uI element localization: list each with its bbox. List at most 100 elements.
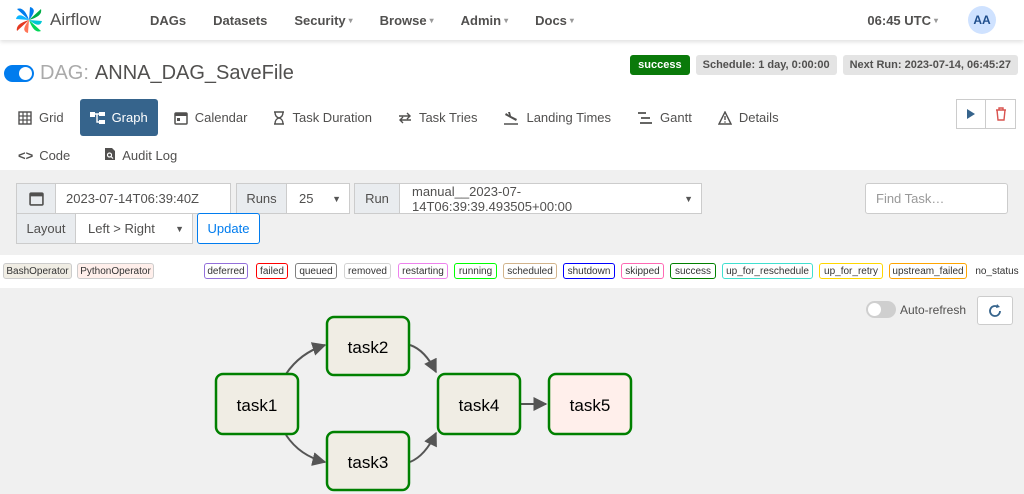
- calendar-icon: [16, 183, 56, 214]
- nav-admin[interactable]: Admin ▾: [461, 13, 508, 28]
- legend-state-removed[interactable]: removed: [344, 263, 391, 279]
- graph-icon: [89, 111, 105, 125]
- graph-node[interactable]: task4: [436, 372, 522, 436]
- nav-admin-label: Admin: [460, 12, 502, 28]
- graph-node[interactable]: task5: [547, 372, 633, 436]
- legend-state-restarting[interactable]: restarting: [398, 263, 448, 279]
- base-date-input[interactable]: 2023-07-14T06:39:40Z: [56, 183, 231, 214]
- tab-task-tries[interactable]: Task Tries: [388, 99, 488, 136]
- layout-label: Layout: [16, 213, 76, 244]
- landing-icon: [503, 111, 519, 125]
- legend-state-success[interactable]: success: [670, 263, 716, 279]
- top-navbar: Airflow DAGs Datasets Security ▾ Browse ▾ …: [0, 0, 1024, 40]
- tab-task-duration-label: Task Duration: [292, 110, 372, 125]
- trash-icon: [995, 107, 1006, 121]
- nav-browse[interactable]: Browse ▾: [380, 13, 434, 28]
- tab-audit-log-label: Audit Log: [122, 147, 178, 163]
- tab-landing-times-label: Landing Times: [526, 110, 612, 125]
- legend-operator-python: PythonOperator: [77, 263, 154, 279]
- utc-clock[interactable]: 06:45 UTC ▾: [867, 13, 938, 28]
- edge-task1-task2: [285, 342, 327, 375]
- graph-canvas[interactable]: task1 task2 task3 task4 task5 Auto-refre…: [0, 288, 1024, 494]
- chevron-down-icon: ▾: [429, 15, 434, 25]
- chevron-down-icon: ▾: [569, 15, 574, 25]
- run-select[interactable]: manual__2023-07-14T06:39:39.493505+00:00…: [400, 183, 702, 214]
- tab-graph[interactable]: Graph: [79, 99, 158, 136]
- tab-task-tries-label: Task Tries: [418, 110, 478, 125]
- nav-security[interactable]: Security ▾: [294, 13, 352, 28]
- base-date-group: 2023-07-14T06:39:40Z: [16, 183, 231, 214]
- legend-state-scheduled[interactable]: scheduled: [503, 263, 557, 279]
- legend-state-up-for-retry[interactable]: up_for_retry: [819, 263, 883, 279]
- dag-view-tabs: Grid Graph Calendar Task Duration Task T…: [8, 99, 795, 136]
- nav-datasets[interactable]: Datasets: [213, 13, 267, 28]
- auto-refresh-toggle[interactable]: [866, 301, 896, 318]
- delete-dag-button[interactable]: [986, 99, 1016, 129]
- edge-task1-task3: [285, 434, 327, 466]
- legend-state-no-status[interactable]: no_status: [972, 263, 1022, 279]
- dag-status-badges: success Schedule: 1 day, 0:00:00 Next Ru…: [624, 55, 1018, 75]
- tab-details-label: Details: [738, 110, 779, 125]
- hourglass-icon: [273, 110, 285, 125]
- tab-code[interactable]: <> Code: [8, 143, 80, 167]
- layout-select[interactable]: Left > Right ▼: [76, 213, 193, 244]
- runs-select-value: 25: [299, 191, 314, 206]
- tab-gantt[interactable]: Gantt: [627, 99, 702, 136]
- filter-panel: 2023-07-14T06:39:40Z Runs 25 ▼ Run manua…: [0, 170, 1024, 255]
- legend-state-up-for-reschedule[interactable]: up_for_reschedule: [722, 263, 813, 279]
- schedule-badge: Schedule: 1 day, 0:00:00: [695, 55, 837, 75]
- tab-landing-times[interactable]: Landing Times: [493, 99, 621, 136]
- nav-docs[interactable]: Docs ▾: [535, 13, 574, 28]
- node-label: task4: [459, 396, 500, 415]
- tab-task-duration[interactable]: Task Duration: [263, 99, 381, 136]
- node-label: task1: [237, 396, 278, 415]
- legend-state-shutdown[interactable]: shutdown: [563, 263, 615, 279]
- dag-pause-toggle[interactable]: [4, 65, 34, 82]
- chevron-down-icon: ▾: [933, 15, 938, 25]
- grid-icon: [18, 110, 32, 125]
- warning-icon: [717, 110, 732, 125]
- nav-dags[interactable]: DAGs: [150, 13, 186, 28]
- user-avatar[interactable]: AA: [968, 6, 996, 34]
- brand[interactable]: Airflow: [14, 5, 134, 35]
- run-label: Run: [354, 183, 400, 214]
- update-button[interactable]: Update: [197, 213, 260, 244]
- dag-state-badge: success: [630, 55, 690, 75]
- layout-select-value: Left > Right: [88, 221, 155, 236]
- code-icon: <>: [18, 147, 34, 163]
- legend-state-failed[interactable]: failed: [256, 263, 288, 279]
- trigger-dag-button[interactable]: [956, 99, 986, 129]
- tab-grid[interactable]: Grid: [8, 99, 74, 136]
- tab-calendar[interactable]: Calendar: [164, 99, 258, 136]
- legend-state-deferred[interactable]: deferred: [204, 263, 248, 279]
- tab-code-label: Code: [39, 147, 71, 163]
- run-group: Run manual__2023-07-14T06:39:39.493505+0…: [354, 183, 702, 214]
- nav-browse-label: Browse: [379, 12, 427, 28]
- run-select-value: manual__2023-07-14T06:39:39.493505+00:00: [412, 183, 573, 214]
- nav-security-label: Security: [294, 12, 346, 28]
- graph-node[interactable]: task3: [325, 430, 411, 492]
- refresh-button[interactable]: [977, 296, 1013, 325]
- legend-state-upstream-failed[interactable]: upstream_failed: [889, 263, 967, 279]
- node-label: task5: [570, 396, 611, 415]
- clock-label: 06:45 UTC: [867, 12, 931, 28]
- chevron-down-icon: ▼: [175, 223, 184, 234]
- gantt-icon: [637, 111, 653, 125]
- airflow-logo-icon: [16, 7, 42, 33]
- legend-state-running[interactable]: running: [454, 263, 497, 279]
- tab-calendar-label: Calendar: [194, 110, 248, 125]
- tab-audit-log[interactable]: Audit Log: [94, 143, 187, 167]
- graph-node[interactable]: task1: [214, 372, 300, 436]
- tab-gantt-label: Gantt: [660, 110, 692, 125]
- legend-operator-bash: BashOperator: [3, 263, 72, 279]
- toggle-knob: [868, 303, 881, 316]
- legend-state-queued[interactable]: queued: [295, 263, 337, 279]
- tab-details[interactable]: Details: [708, 99, 789, 136]
- legend-state-skipped[interactable]: skipped: [621, 263, 664, 279]
- runs-label: Runs: [236, 183, 287, 214]
- runs-select[interactable]: 25 ▼: [287, 183, 350, 214]
- find-task-input[interactable]: Find Task…: [865, 183, 1008, 214]
- graph-node[interactable]: task2: [325, 315, 411, 377]
- auto-refresh: Auto-refresh: [866, 301, 966, 318]
- tab-grid-label: Grid: [39, 110, 64, 125]
